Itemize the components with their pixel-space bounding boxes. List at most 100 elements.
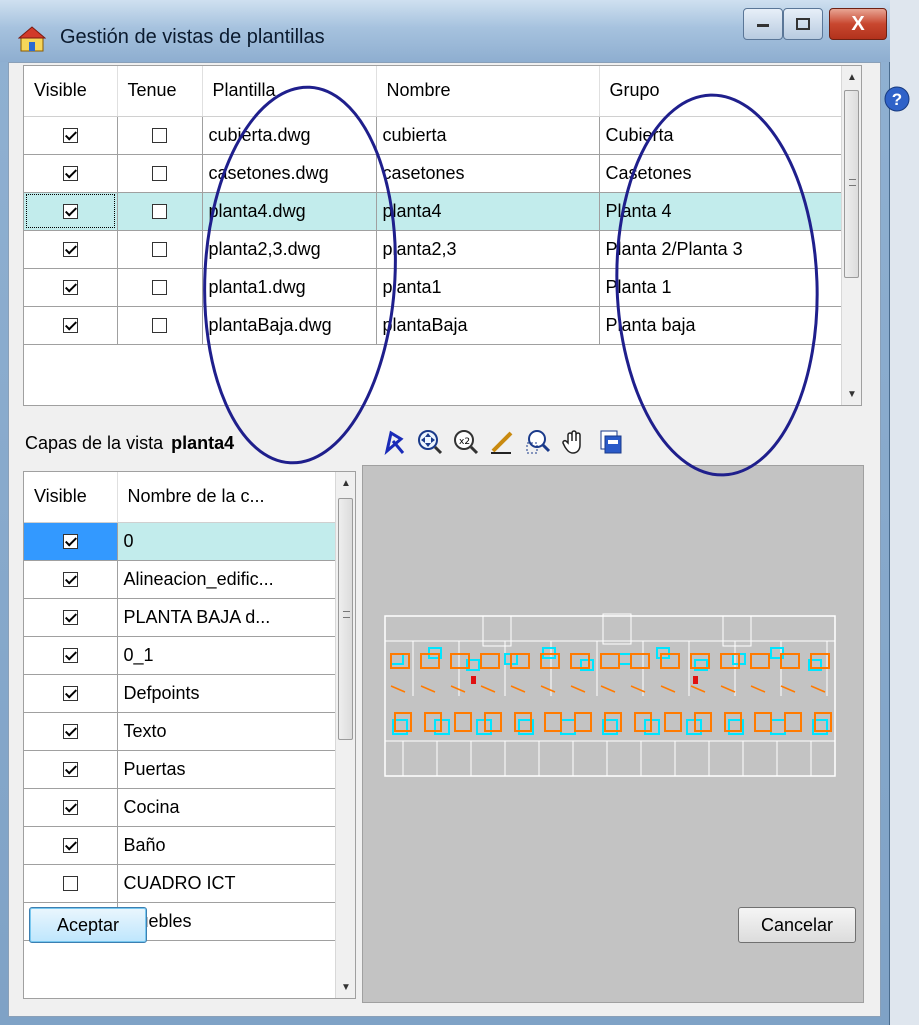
layer-name-cell[interactable]: CUADRO ICT (117, 864, 338, 903)
layers-col-header-visible[interactable]: Visible (24, 472, 118, 523)
visible-cell[interactable] (24, 230, 118, 269)
zoom-extents-button[interactable] (415, 427, 445, 457)
layer-row[interactable]: Defpoints (24, 674, 338, 713)
help-icon[interactable]: ? (884, 86, 910, 112)
zoom-x2-button[interactable]: x2 (451, 427, 481, 457)
layer-row[interactable]: Puertas (24, 750, 338, 789)
tenue-cell[interactable] (117, 230, 203, 269)
visible-checkbox[interactable] (62, 318, 78, 334)
layer-visible-checkbox[interactable] (62, 572, 78, 588)
grupo-cell[interactable]: Planta baja (599, 306, 844, 345)
layer-name-cell[interactable]: 0_1 (117, 636, 338, 675)
layer-visible-checkbox[interactable] (62, 876, 78, 892)
visible-cell[interactable] (24, 192, 118, 231)
nombre-cell[interactable]: planta2,3 (376, 230, 600, 269)
tenue-checkbox[interactable] (152, 242, 167, 258)
layer-row[interactable]: PLANTA BAJA d... (24, 598, 338, 637)
tenue-cell[interactable] (117, 192, 203, 231)
layer-visible-cell[interactable] (24, 674, 118, 713)
grupo-cell[interactable]: Planta 2/Planta 3 (599, 230, 844, 269)
layer-visible-cell[interactable] (24, 598, 118, 637)
layer-name-cell[interactable]: Texto (117, 712, 338, 751)
template-row[interactable]: cubierta.dwg cubierta Cubierta (24, 116, 844, 155)
nombre-cell[interactable]: planta1 (376, 268, 600, 307)
cancel-button[interactable]: Cancelar (738, 907, 856, 943)
col-header-plantilla[interactable]: Plantilla (202, 66, 377, 117)
close-button[interactable]: X (829, 8, 887, 40)
layer-visible-checkbox[interactable] (62, 800, 78, 816)
tenue-cell[interactable] (117, 154, 203, 193)
pan-hand-button[interactable] (559, 427, 589, 457)
layer-row[interactable]: CUADRO ICT (24, 864, 338, 903)
templates-scrollbar[interactable]: ▲ ▼ (841, 66, 861, 405)
scroll-up-icon[interactable]: ▲ (842, 66, 861, 88)
layer-visible-cell[interactable] (24, 712, 118, 751)
visible-checkbox[interactable] (62, 204, 78, 220)
layer-visible-checkbox[interactable] (62, 648, 78, 664)
col-header-tenue[interactable]: Tenue (117, 66, 203, 117)
layer-name-cell[interactable]: 0 (117, 522, 338, 561)
nombre-cell[interactable]: planta4 (376, 192, 600, 231)
layer-row[interactable]: 0 (24, 522, 338, 561)
visible-checkbox[interactable] (62, 242, 78, 258)
plantilla-cell[interactable]: planta2,3.dwg (202, 230, 377, 269)
scroll-down-icon[interactable]: ▼ (842, 383, 861, 405)
layer-visible-cell[interactable] (24, 788, 118, 827)
tenue-checkbox[interactable] (152, 166, 167, 182)
layer-visible-checkbox[interactable] (62, 724, 78, 740)
col-header-visible[interactable]: Visible (24, 66, 118, 117)
layers-col-header-nombre[interactable]: Nombre de la c... (117, 472, 338, 523)
plantilla-cell[interactable]: planta1.dwg (202, 268, 377, 307)
layer-name-cell[interactable]: Puertas (117, 750, 338, 789)
visible-cell[interactable] (24, 154, 118, 193)
template-row[interactable]: casetones.dwg casetones Casetones (24, 154, 844, 193)
tenue-cell[interactable] (117, 116, 203, 155)
grupo-cell[interactable]: Planta 1 (599, 268, 844, 307)
plantilla-cell[interactable]: plantaBaja.dwg (202, 306, 377, 345)
grupo-cell[interactable]: Casetones (599, 154, 844, 193)
visible-checkbox[interactable] (62, 166, 78, 182)
layer-name-cell[interactable]: PLANTA BAJA d... (117, 598, 338, 637)
accept-button[interactable]: Aceptar (29, 907, 147, 943)
nombre-cell[interactable]: casetones (376, 154, 600, 193)
pen-button[interactable] (487, 427, 517, 457)
scroll-thumb[interactable] (338, 498, 353, 740)
tenue-checkbox[interactable] (152, 280, 167, 296)
nombre-cell[interactable]: plantaBaja (376, 306, 600, 345)
template-row[interactable]: planta4.dwg planta4 Planta 4 (24, 192, 844, 231)
layer-name-cell[interactable]: Baño (117, 826, 338, 865)
select-region-button[interactable] (379, 427, 409, 457)
scroll-thumb[interactable] (844, 90, 859, 278)
plantilla-cell[interactable]: planta4.dwg (202, 192, 377, 231)
templates-grid[interactable]: Visible Tenue Plantilla Nombre Grupo cub… (23, 65, 862, 406)
tenue-cell[interactable] (117, 268, 203, 307)
visible-cell[interactable] (24, 116, 118, 155)
maximize-button[interactable] (783, 8, 823, 40)
layer-name-cell[interactable]: Alineacion_edific... (117, 560, 338, 599)
visible-cell[interactable] (24, 268, 118, 307)
grupo-cell[interactable]: Cubierta (599, 116, 844, 155)
tenue-checkbox[interactable] (152, 204, 167, 220)
plantilla-cell[interactable]: casetones.dwg (202, 154, 377, 193)
col-header-nombre[interactable]: Nombre (376, 66, 600, 117)
layers-scrollbar[interactable]: ▲ ▼ (335, 472, 355, 998)
visible-checkbox[interactable] (62, 128, 78, 144)
tenue-cell[interactable] (117, 306, 203, 345)
layer-visible-cell[interactable] (24, 826, 118, 865)
layer-visible-cell[interactable] (24, 864, 118, 903)
layer-visible-cell[interactable] (24, 522, 118, 561)
plantilla-cell[interactable]: cubierta.dwg (202, 116, 377, 155)
layer-name-cell[interactable]: Muebles (117, 902, 338, 941)
scroll-down-icon[interactable]: ▼ (336, 976, 355, 998)
layer-row[interactable]: Baño (24, 826, 338, 865)
title-bar[interactable]: Gestión de vistas de plantillas X (0, 0, 890, 62)
template-row[interactable]: planta1.dwg planta1 Planta 1 (24, 268, 844, 307)
layer-visible-checkbox[interactable] (62, 838, 78, 854)
layer-visible-checkbox[interactable] (62, 610, 78, 626)
layer-visible-checkbox[interactable] (62, 686, 78, 702)
layer-row[interactable]: Cocina (24, 788, 338, 827)
nombre-cell[interactable]: cubierta (376, 116, 600, 155)
minimize-button[interactable] (743, 8, 783, 40)
visible-cell[interactable] (24, 306, 118, 345)
layer-row[interactable]: Texto (24, 712, 338, 751)
